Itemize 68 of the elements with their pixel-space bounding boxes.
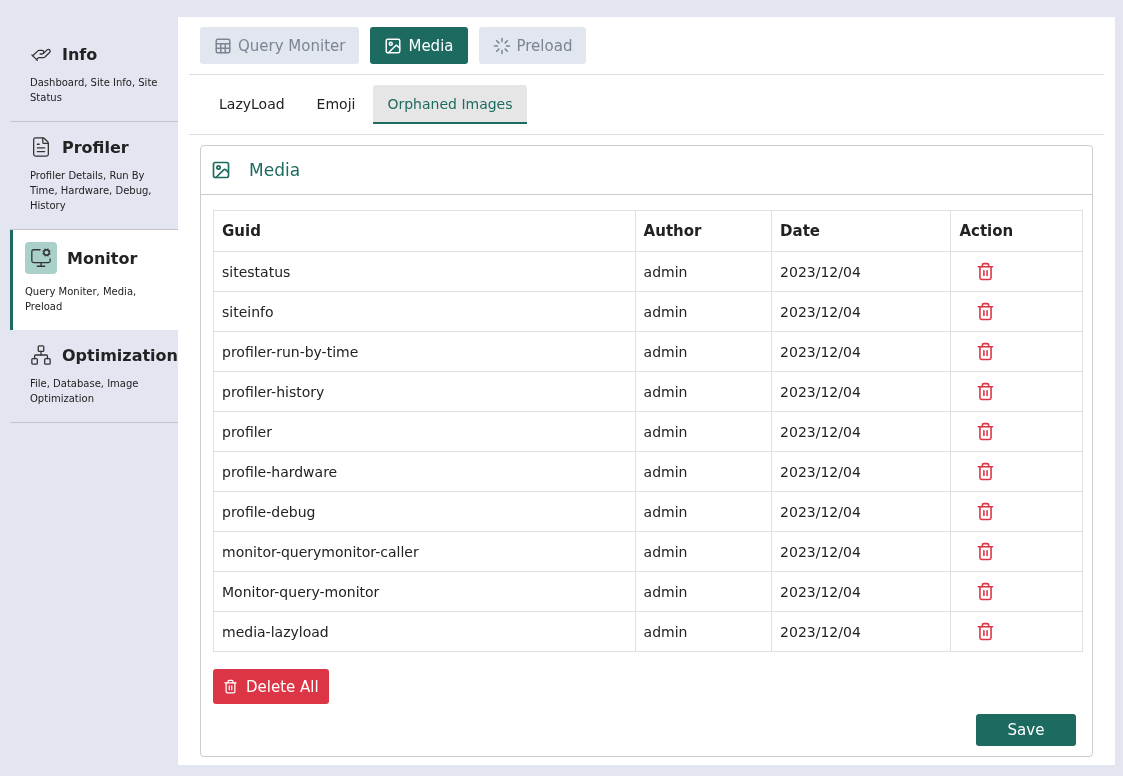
sidebar-item-icon: [30, 344, 52, 366]
sidebar-item-title: Profiler: [62, 137, 129, 157]
table-cell: admin: [635, 491, 772, 532]
sidebar-item-title: Optimization: [62, 345, 178, 365]
sidebar-item-title: Monitor: [67, 248, 138, 268]
sidebar-item-title: Info: [62, 44, 98, 64]
table-cell: 2023/12/04: [771, 491, 951, 532]
subtab[interactable]: Orphaned Images: [373, 85, 527, 124]
table-cell: profiler-run-by-time: [213, 331, 636, 372]
delete-icon[interactable]: [976, 462, 996, 481]
sidebar-item-description: Query Moniter, Media, Preload: [25, 285, 138, 314]
table-cell: admin: [635, 531, 772, 572]
delete-all-button[interactable]: Delete All: [213, 669, 329, 704]
table-cell: 2023/12/04: [771, 251, 951, 292]
table-cell: profile-debug: [213, 491, 636, 532]
table-cell: 2023/12/04: [771, 291, 951, 332]
table-cell: profiler-history: [213, 371, 636, 412]
column-header: Author: [635, 210, 772, 252]
delete-icon[interactable]: [976, 302, 996, 321]
card-title: Media: [249, 160, 301, 180]
trash-icon: [223, 679, 238, 694]
table-cell: 2023/12/04: [771, 371, 951, 412]
delete-icon[interactable]: [976, 542, 996, 561]
table-cell: media-lazyload: [213, 611, 636, 652]
tab-icon: [492, 36, 511, 55]
table-cell: admin: [635, 331, 772, 372]
sidebar-item-description: Dashboard, Site Info, Site Status: [30, 76, 159, 105]
save-button[interactable]: Save: [976, 714, 1076, 746]
table-cell: admin: [635, 251, 772, 292]
column-header: Action: [950, 210, 1083, 252]
sidebar-item-icon: [25, 242, 57, 274]
subtab[interactable]: Emoji: [302, 85, 370, 124]
delete-icon[interactable]: [976, 502, 996, 521]
delete-icon[interactable]: [976, 382, 996, 401]
table-cell: admin: [635, 611, 772, 652]
table-cell: monitor-querymonitor-caller: [213, 531, 636, 572]
delete-icon[interactable]: [976, 622, 996, 641]
table-cell: admin: [635, 571, 772, 612]
table-cell: 2023/12/04: [771, 611, 951, 652]
table-cell: Monitor-query-monitor: [213, 571, 636, 612]
table-cell: admin: [635, 411, 772, 452]
table-cell: siteinfo: [213, 291, 636, 332]
delete-icon[interactable]: [976, 262, 996, 281]
table-cell: admin: [635, 451, 772, 492]
table-cell: profiler: [213, 411, 636, 452]
sidebar-item-description: File, Database, Image Optimization: [30, 377, 140, 406]
delete-icon[interactable]: [976, 422, 996, 441]
sidebar-item-description: Profiler Details, Run By Time, Hardware, Debug, History: [30, 169, 153, 213]
delete-icon[interactable]: [976, 342, 996, 361]
table-cell: sitestatus: [213, 251, 636, 292]
table-cell: profile-hardware: [213, 451, 636, 492]
sidebar-item-icon: [30, 136, 52, 158]
tab-icon: [384, 36, 403, 55]
column-header: Guid: [213, 210, 636, 252]
tab-icon: [214, 36, 232, 55]
column-header: Date: [771, 210, 951, 252]
table-cell: 2023/12/04: [771, 571, 951, 612]
sidebar-item[interactable]: Monitor Query Moniter, Media, Preload: [10, 230, 178, 330]
subtab[interactable]: LazyLoad: [205, 85, 299, 124]
delete-icon[interactable]: [976, 582, 996, 601]
table-cell: 2023/12/04: [771, 531, 951, 572]
table-cell: 2023/12/04: [771, 411, 951, 452]
table-cell: 2023/12/04: [771, 451, 951, 492]
image-icon: [211, 160, 231, 180]
tab[interactable]: Media: [370, 27, 468, 64]
table-cell: admin: [635, 291, 772, 332]
table-cell: 2023/12/04: [771, 331, 951, 372]
table-cell: admin: [635, 371, 772, 412]
